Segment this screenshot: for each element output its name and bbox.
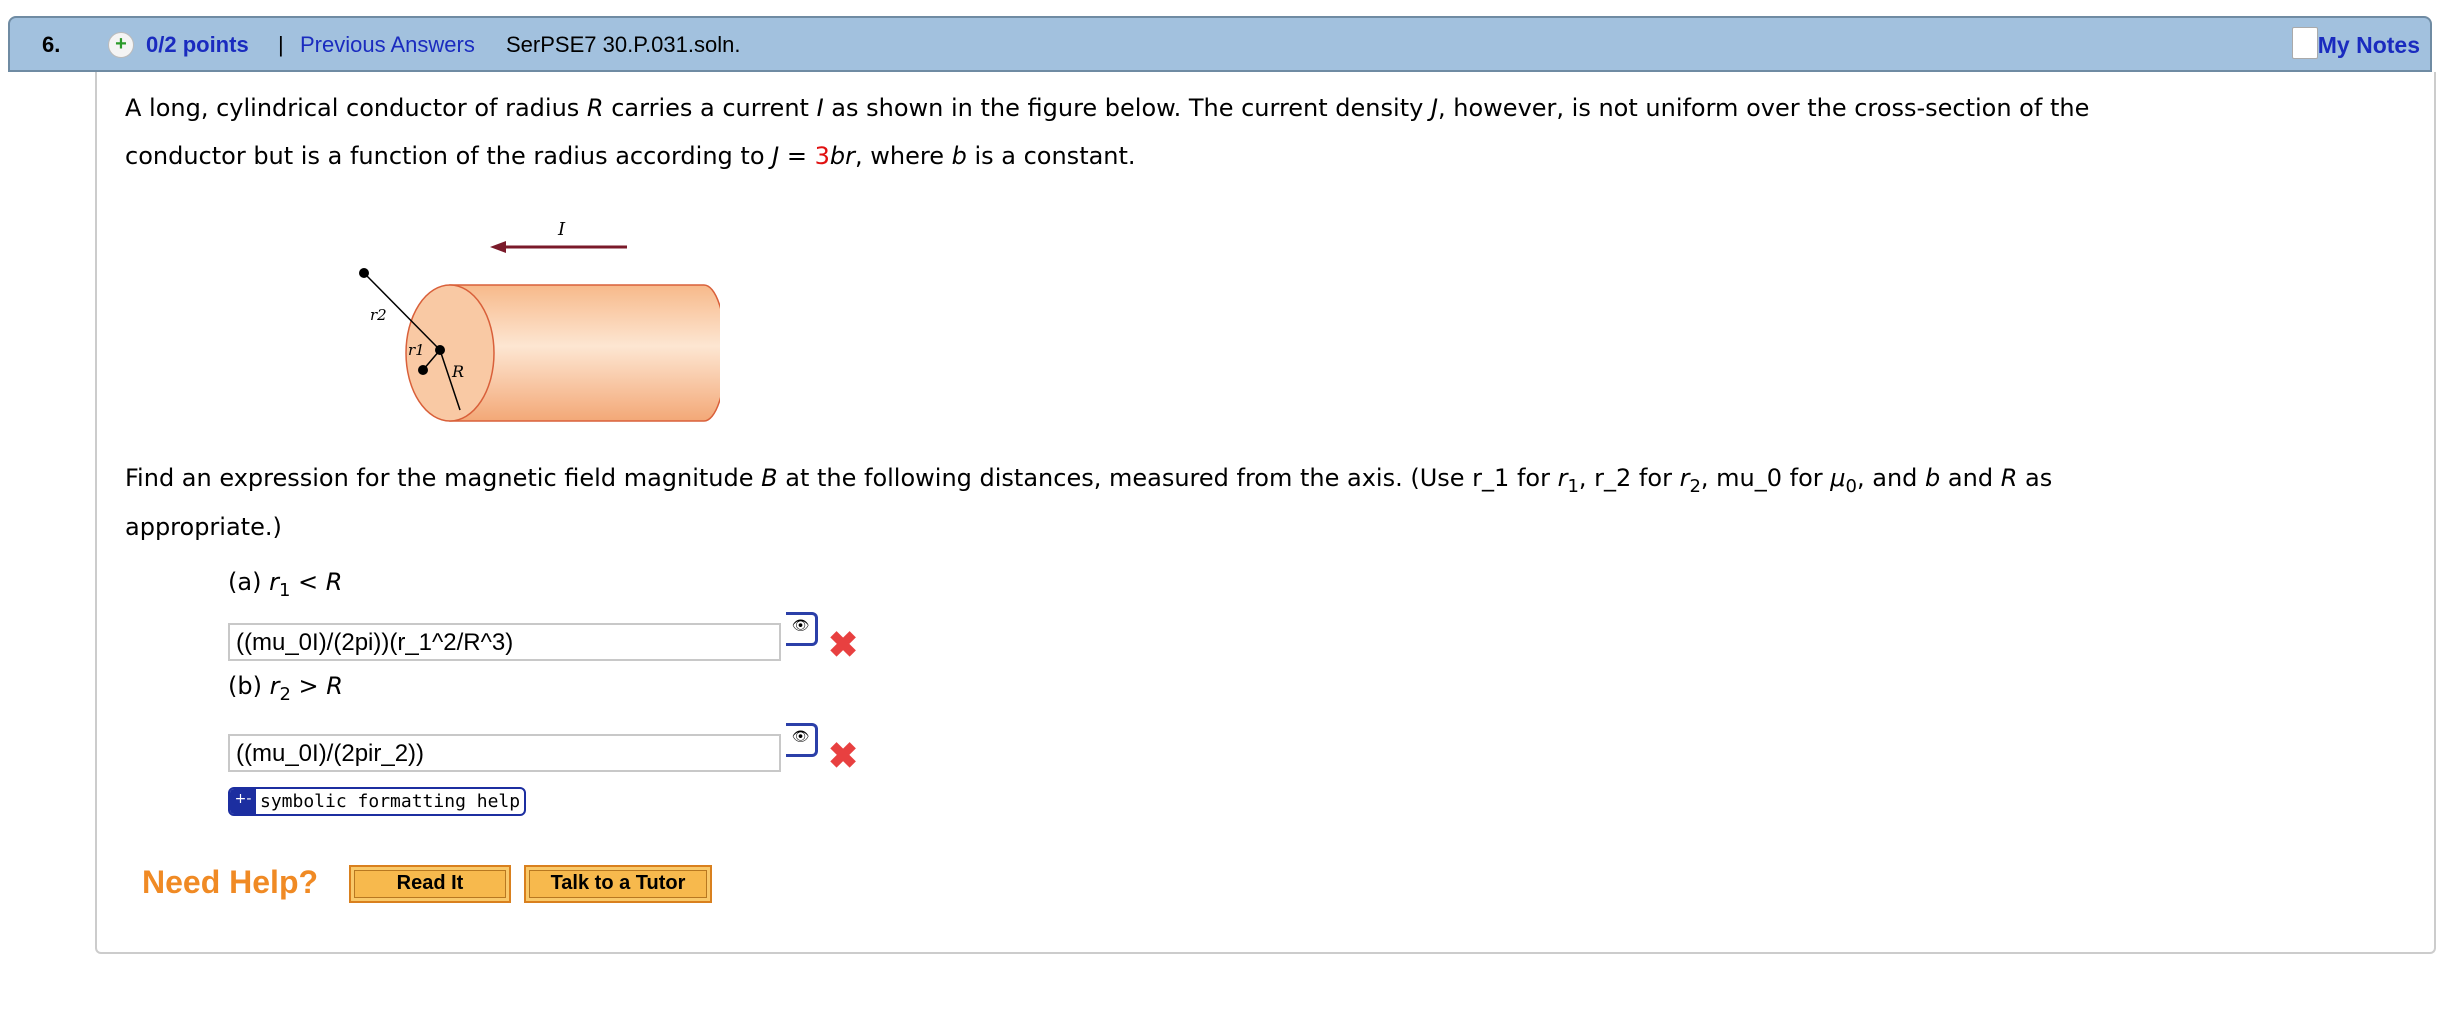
incorrect-x-icon: ✖ (828, 624, 859, 665)
problem-code: SerPSE7 30.P.031.soln. (506, 32, 741, 57)
question-header: 6. + 0/2 points | Previous Answers SerPS… (8, 16, 2432, 72)
question-line-1: Find an expression for the magnetic fiel… (125, 464, 2053, 497)
document-icon[interactable] (2292, 27, 2318, 59)
help-label: symbolic formatting help (260, 791, 521, 812)
my-notes-link[interactable]: My Notes (2318, 32, 2420, 59)
points-link[interactable]: 0/2 points (146, 32, 249, 58)
label-radius: R (451, 362, 464, 381)
part-a-answer-input[interactable]: ((mu_0I)/(2pi))(r_1^2/R^3) (228, 623, 781, 661)
talk-to-tutor-button[interactable]: Talk to a Tutor (524, 865, 712, 903)
read-it-button[interactable]: Read It (349, 865, 511, 903)
symbolic-formatting-help-button[interactable]: +- symbolic formatting help (228, 787, 527, 816)
preview-eye-icon[interactable]: 👁 (786, 723, 818, 757)
part-b-answer-input[interactable]: ((mu_0I)/(2pir_2)) (228, 734, 781, 772)
question-line-2: appropriate.) (125, 513, 282, 541)
separator: | (278, 32, 284, 57)
label-current: I (557, 219, 566, 240)
cylinder-figure: I r2 r1 R (359, 219, 720, 422)
plus-minus-icon: +- (230, 789, 256, 814)
question-number: 6. (42, 32, 61, 57)
label-r2: r2 (370, 306, 387, 324)
part-a-label: (a) r1 < R (228, 568, 343, 601)
plus-circle-icon[interactable]: + (108, 32, 134, 58)
need-help-label: Need Help? (142, 864, 319, 900)
label-r1: r1 (408, 341, 425, 359)
previous-answers-link[interactable]: Previous Answers (300, 32, 475, 58)
preview-eye-icon[interactable]: 👁 (786, 612, 818, 646)
part-b-label: (b) r2 > R (228, 672, 343, 705)
problem-line-2: conductor but is a function of the radiu… (125, 142, 1136, 170)
problem-line-1: A long, cylindrical conductor of radius … (125, 94, 2090, 122)
incorrect-x-icon: ✖ (828, 735, 859, 776)
